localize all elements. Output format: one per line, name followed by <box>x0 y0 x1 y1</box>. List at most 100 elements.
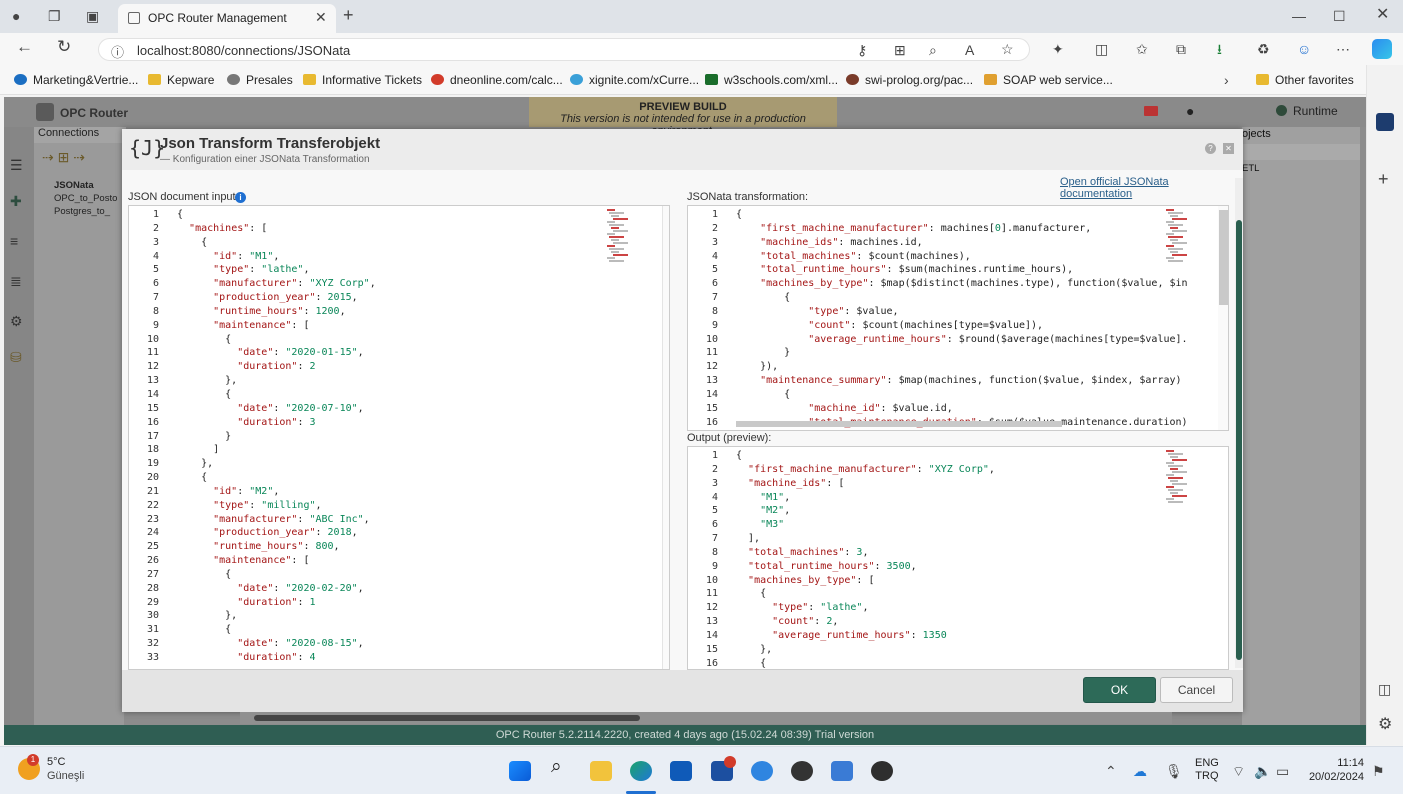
vertical-scrollbar[interactable] <box>1218 206 1228 430</box>
minimap-line <box>1166 221 1174 223</box>
ok-button[interactable]: OK <box>1083 677 1156 703</box>
apps-icon[interactable]: ⊞ <box>894 42 906 58</box>
jsonata-editor[interactable]: 1 2 3 4 5 6 7 8 9 10 11 12 13 14 15 16 { "first_machine… <box>687 205 1229 431</box>
language-indicator[interactable]: ENG TRQ <box>1195 757 1219 783</box>
remote-desktop-icon[interactable] <box>831 761 853 781</box>
new-tab-icon[interactable]: + <box>343 6 354 24</box>
downloads-icon[interactable]: ⭳ <box>1217 41 1222 57</box>
canvas-scrollbar[interactable] <box>240 712 1172 724</box>
menu-icon[interactable]: ☰ <box>10 157 23 173</box>
info-icon[interactable]: i <box>235 192 246 203</box>
favorite-item[interactable]: swi-prolog.org/pac... <box>846 73 973 87</box>
notifications-icon[interactable]: ⚑ <box>1372 763 1385 779</box>
zoom-icon[interactable]: ⌕ <box>929 42 937 58</box>
minimap-line <box>1168 224 1183 226</box>
collections-icon[interactable]: ⧉ <box>1176 41 1186 57</box>
extensions-icon[interactable]: ✦ <box>1052 41 1064 57</box>
workspaces-icon[interactable]: ❐ <box>48 8 61 24</box>
favorite-item[interactable]: dneonline.com/calc... <box>431 73 563 87</box>
favorite-item[interactable]: Marketing&Vertrie... <box>14 73 138 87</box>
cancel-button[interactable]: Cancel <box>1160 677 1233 703</box>
user-icon[interactable]: ● <box>1186 103 1194 119</box>
code-line: { <box>177 472 208 484</box>
chevron-up-icon[interactable]: ⌃ <box>1105 763 1117 779</box>
steps-icon[interactable]: ≣ <box>10 273 22 289</box>
minimize-icon[interactable]: — <box>1292 8 1306 24</box>
input-label: JSON document input: <box>128 191 239 203</box>
more-menu-icon[interactable]: ⋯ <box>1336 41 1350 57</box>
other-favorites[interactable]: Other favorites <box>1256 73 1354 87</box>
favorite-item[interactable]: Informative Tickets <box>303 73 422 87</box>
editor-minimap[interactable] <box>607 208 631 278</box>
back-icon[interactable]: ← <box>16 38 33 55</box>
sidebar-toggle-icon[interactable]: ◫ <box>1378 681 1391 697</box>
close-dialog-icon[interactable]: ✕ <box>1223 143 1234 154</box>
feedback-icon[interactable]: ☺ <box>1297 41 1311 57</box>
maximize-icon[interactable]: ☐ <box>1333 8 1346 24</box>
address-bar[interactable]: ⓘ localhost:8080/connections/JSONata ⚷ ⊞… <box>98 38 1030 61</box>
help-icon[interactable]: ? <box>1205 143 1216 154</box>
minimap-line <box>607 209 615 211</box>
database-icon[interactable]: ⛁ <box>10 349 22 365</box>
messenger-icon[interactable] <box>751 761 773 781</box>
settings-gear-icon[interactable]: ⚙ <box>1378 717 1392 733</box>
list-icon[interactable]: ≡ <box>10 233 18 249</box>
search-icon[interactable]: ⌕ <box>551 757 562 776</box>
volume-icon[interactable]: 🔈 <box>1254 763 1271 779</box>
copilot-icon[interactable] <box>1372 39 1392 59</box>
performance-icon[interactable]: ♻ <box>1257 41 1270 57</box>
objects-search[interactable] <box>1242 143 1360 160</box>
favorites-icon[interactable]: ✩ <box>1136 41 1148 57</box>
battery-icon[interactable]: ▭ <box>1276 763 1289 779</box>
dialog-scrollbar[interactable] <box>1235 178 1243 668</box>
code-line: "machines_by_type": $map($distinct(machi… <box>760 278 1188 290</box>
connection-item[interactable]: Postgres_to_ <box>54 205 117 218</box>
runtime-label[interactable]: Runtime <box>1293 104 1338 118</box>
new-connection-icon[interactable]: ⇢ ⊞ ⇢ <box>42 149 85 166</box>
read-aloud-icon[interactable]: A <box>965 42 974 58</box>
favorite-item[interactable]: w3schools.com/xml... <box>705 73 838 87</box>
info-icon[interactable]: ⓘ <box>111 42 124 61</box>
refresh-icon[interactable]: ↻ <box>57 38 71 55</box>
start-icon[interactable] <box>509 761 531 781</box>
outlook-icon[interactable] <box>670 761 692 781</box>
favorite-item[interactable]: xignite.com/xCurre... <box>570 73 699 87</box>
favorite-star-icon[interactable]: ☆ <box>1001 41 1014 57</box>
favorite-item[interactable]: Presales <box>227 73 293 87</box>
add-icon[interactable]: + <box>1378 170 1389 188</box>
file-explorer-icon[interactable] <box>590 761 612 781</box>
close-tab-icon[interactable]: ✕ <box>315 9 327 26</box>
favorite-item[interactable]: SOAP web service... <box>984 73 1113 87</box>
code-line: } <box>736 347 791 359</box>
edge-icon[interactable] <box>630 761 652 781</box>
wifi-icon[interactable]: ⌔ <box>1232 763 1245 779</box>
language-flag-icon[interactable] <box>1144 106 1158 116</box>
chevron-right-icon[interactable]: › <box>1224 72 1229 88</box>
connection-item[interactable]: OPC_to_Posto <box>54 192 117 205</box>
vertical-scrollbar[interactable] <box>662 206 669 669</box>
microphone-icon[interactable]: 🎙 <box>1165 763 1183 779</box>
split-screen-icon[interactable]: ◫ <box>1095 41 1108 57</box>
media-app-icon[interactable] <box>791 761 813 781</box>
horizontal-scrollbar[interactable] <box>736 421 1062 427</box>
onedrive-icon[interactable]: ☁ <box>1133 763 1147 779</box>
documentation-link[interactable]: Open official JSONata documentation <box>1060 176 1243 200</box>
editor-minimap[interactable] <box>1166 449 1190 519</box>
favorite-item[interactable]: Kepware <box>148 73 214 87</box>
editor-minimap[interactable] <box>1166 208 1190 278</box>
object-item[interactable]: ETL <box>1242 162 1360 177</box>
close-window-icon[interactable]: ✕ <box>1376 7 1389 23</box>
plugin-icon[interactable]: ✚ <box>10 193 22 209</box>
key-icon[interactable]: ⚷ <box>857 42 867 58</box>
browser-tab[interactable]: OPC Router Management ✕ <box>118 4 336 33</box>
tab-actions-icon[interactable]: ▣ <box>86 8 99 24</box>
outlook-icon[interactable] <box>1376 113 1394 131</box>
code-line: "machine_ids": machines.id, <box>760 236 923 248</box>
clock[interactable]: 11:14 20/02/2024 <box>1306 756 1364 784</box>
line-number: 27 <box>146 568 159 580</box>
settings-app-icon[interactable] <box>871 761 893 781</box>
config-icon[interactable]: ⚙ <box>10 313 23 329</box>
profile-icon[interactable]: ● <box>12 8 20 24</box>
json-input-editor[interactable]: 1 2 3 4 5 6 7 8 9 10 11 12 13 14 15 16 17 18 19 20 21 22 23 24 2… <box>128 205 670 670</box>
connection-item[interactable]: JSONata <box>54 179 117 192</box>
